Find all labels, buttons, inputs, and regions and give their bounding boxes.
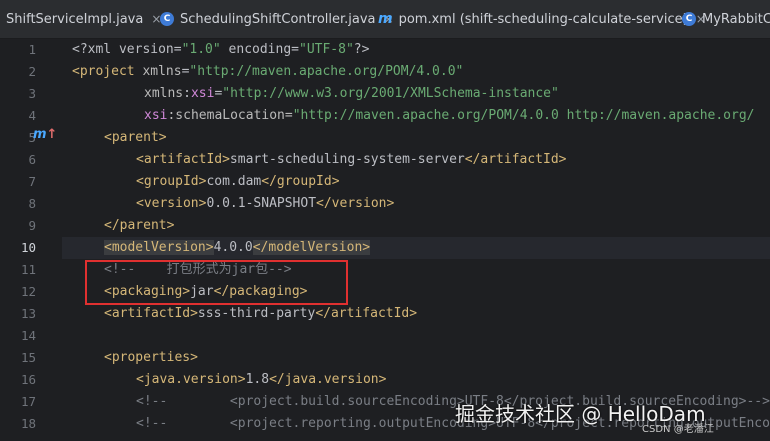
code-line-8: <version>0.0.1-SNAPSHOT</version> bbox=[136, 196, 395, 211]
line-number: 14 bbox=[20, 328, 36, 343]
code-line-16: <java.version>1.8</java.version> bbox=[136, 372, 387, 387]
line-number: 12 bbox=[20, 284, 36, 299]
line-number: 6 bbox=[28, 152, 36, 167]
tab-label: pom.xml (shift-scheduling-calculate-serv… bbox=[398, 11, 688, 27]
tab-label: ShiftServiceImpl.java bbox=[6, 11, 144, 27]
line-number: 3 bbox=[28, 86, 36, 101]
tab-schedulingshiftcontroller[interactable]: C SchedulingShiftController.java × bbox=[160, 0, 394, 38]
java-class-icon: C bbox=[160, 12, 174, 26]
java-class-icon: C bbox=[682, 12, 696, 26]
tab-pom-xml[interactable]: m pom.xml (shift-scheduling-calculate-se… bbox=[378, 0, 706, 38]
line-number: 17 bbox=[20, 394, 36, 409]
line-number-gutter: 1 2 3 4 5 6 7 8 9 10 11 12 13 14 15 16 1… bbox=[0, 39, 62, 441]
code-area[interactable]: <?xml version="1.0" encoding="UTF-8"?> <… bbox=[62, 39, 770, 441]
code-line-1: <?xml version="1.0" encoding="UTF-8"?> bbox=[72, 42, 370, 57]
code-line-2: <project xmlns="http://maven.apache.org/… bbox=[72, 64, 464, 79]
tab-myrabbit[interactable]: C MyRabbitC bbox=[682, 0, 770, 38]
code-editor[interactable]: 1 2 3 4 5 6 7 8 9 10 11 12 13 14 15 16 1… bbox=[0, 39, 770, 441]
line-number: 9 bbox=[28, 218, 36, 233]
line-number: 1 bbox=[28, 42, 36, 57]
code-line-9: </parent> bbox=[104, 218, 175, 233]
code-line-13: <artifactId>sss-third-party</artifactId> bbox=[104, 306, 418, 321]
line-number: 4 bbox=[28, 108, 36, 123]
line-number: 13 bbox=[20, 306, 36, 321]
line-number: 5 bbox=[28, 130, 36, 145]
code-line-3: xmlns:xsi="http://www.w3.org/2001/XMLSch… bbox=[144, 86, 559, 101]
line-number: 15 bbox=[20, 350, 36, 365]
line-number: 18 bbox=[20, 416, 36, 431]
tab-label: SchedulingShiftController.java bbox=[180, 11, 376, 27]
line-number: 7 bbox=[28, 174, 36, 189]
arrow-up-icon: ↑ bbox=[46, 127, 58, 142]
line-number: 8 bbox=[28, 196, 36, 211]
line-number: 16 bbox=[20, 372, 36, 387]
maven-parent-gutter-icon[interactable]: m↑ bbox=[33, 127, 57, 142]
code-line-5: <parent> bbox=[104, 130, 167, 145]
tab-shiftserviceimpl[interactable]: ShiftServiceImpl.java × bbox=[6, 0, 161, 38]
code-line-10: <modelVersion>4.0.0</modelVersion> bbox=[104, 240, 371, 255]
code-line-7: <groupId>com.dam</groupId> bbox=[136, 174, 340, 189]
editor-tab-bar: ShiftServiceImpl.java × C SchedulingShif… bbox=[0, 0, 770, 39]
code-line-4: xsi:schemaLocation="http://maven.apache.… bbox=[144, 108, 755, 123]
maven-icon: m bbox=[378, 11, 393, 27]
line-number: 2 bbox=[28, 64, 36, 79]
code-line-6: <artifactId>smart-scheduling-system-serv… bbox=[136, 152, 567, 167]
line-number-current: 10 bbox=[20, 240, 36, 255]
code-line-15: <properties> bbox=[104, 350, 198, 365]
tab-label: MyRabbitC bbox=[702, 11, 770, 27]
line-number: 11 bbox=[20, 262, 36, 277]
watermark-csdn: CSDN @老潘江 bbox=[642, 424, 714, 435]
highlight-annotation-box bbox=[85, 260, 348, 305]
